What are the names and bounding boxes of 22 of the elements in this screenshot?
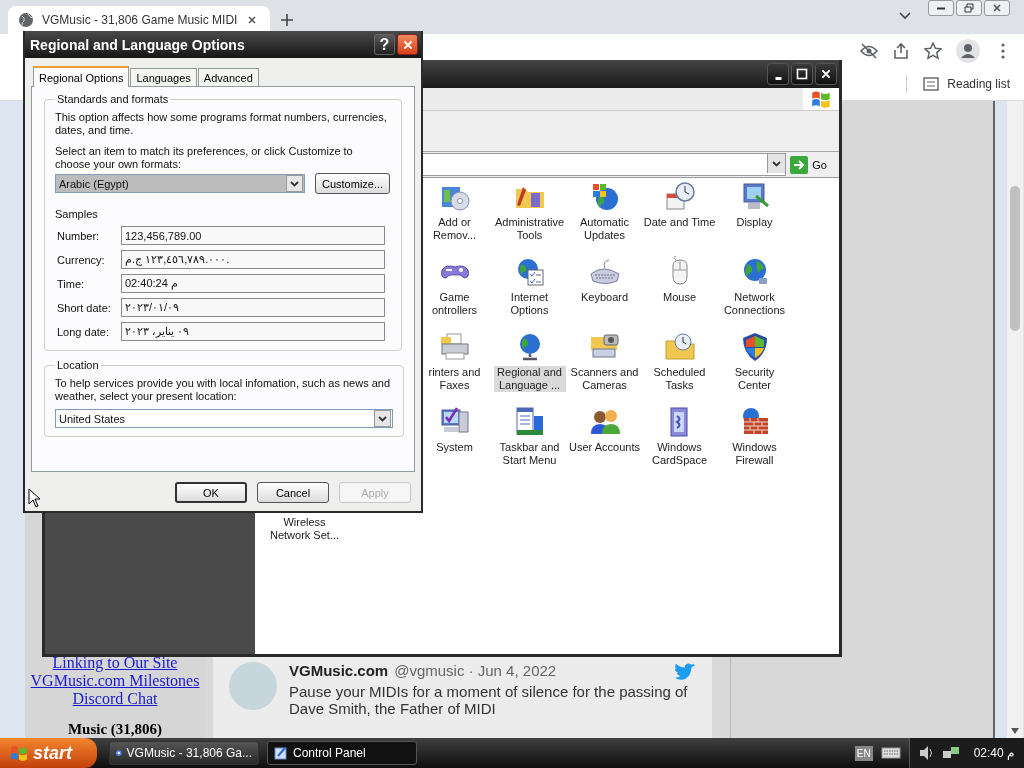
clock: 02:40 م (973, 746, 1014, 760)
sample-field: ٠٩ يناير، ٢٠٢٣ (121, 322, 385, 341)
sample-label: Currency: (56, 253, 106, 266)
sample-label: Short date: (56, 301, 112, 314)
tweet-meta: @vgmusic · Jun 4, 2022 (394, 662, 557, 679)
section-heading: Music (31,806) (67, 720, 163, 738)
description-text: This option affects how some programs format numbers, currencies, dates, and time. (55, 111, 388, 137)
window-title: Regional and Language Options (30, 36, 246, 53)
tweet-text: Pause your MIDIs for a moment of silence for the passing of Dave Smith, the Father of MIDI (289, 683, 689, 717)
samples-heading: Samples (55, 208, 99, 220)
group-title: Location (56, 359, 100, 371)
sample-field: ٢٠٢٣/٠١/٠٩ (121, 298, 385, 317)
sample-field: ١٢٣,٤٥٦,٧٨٩.٠٠٠ ج.م. (121, 250, 385, 269)
description-text: To help services provide you with local infomation, such as news and weather, select your present location: (55, 377, 392, 403)
sample-field: 123,456,789.00 (121, 226, 385, 245)
sample-label: Time: (56, 277, 86, 290)
sample-label: Long date: (56, 325, 110, 338)
sample-field: 02:40:24 م (121, 274, 385, 293)
group-title: Standards and formats (56, 93, 170, 105)
tweet-author: VGMusic.com (289, 662, 389, 679)
instruction-text: Select an item to match its preferences, or click Customize to choose your own formats: (55, 145, 354, 171)
sample-label: Number: (56, 229, 101, 242)
